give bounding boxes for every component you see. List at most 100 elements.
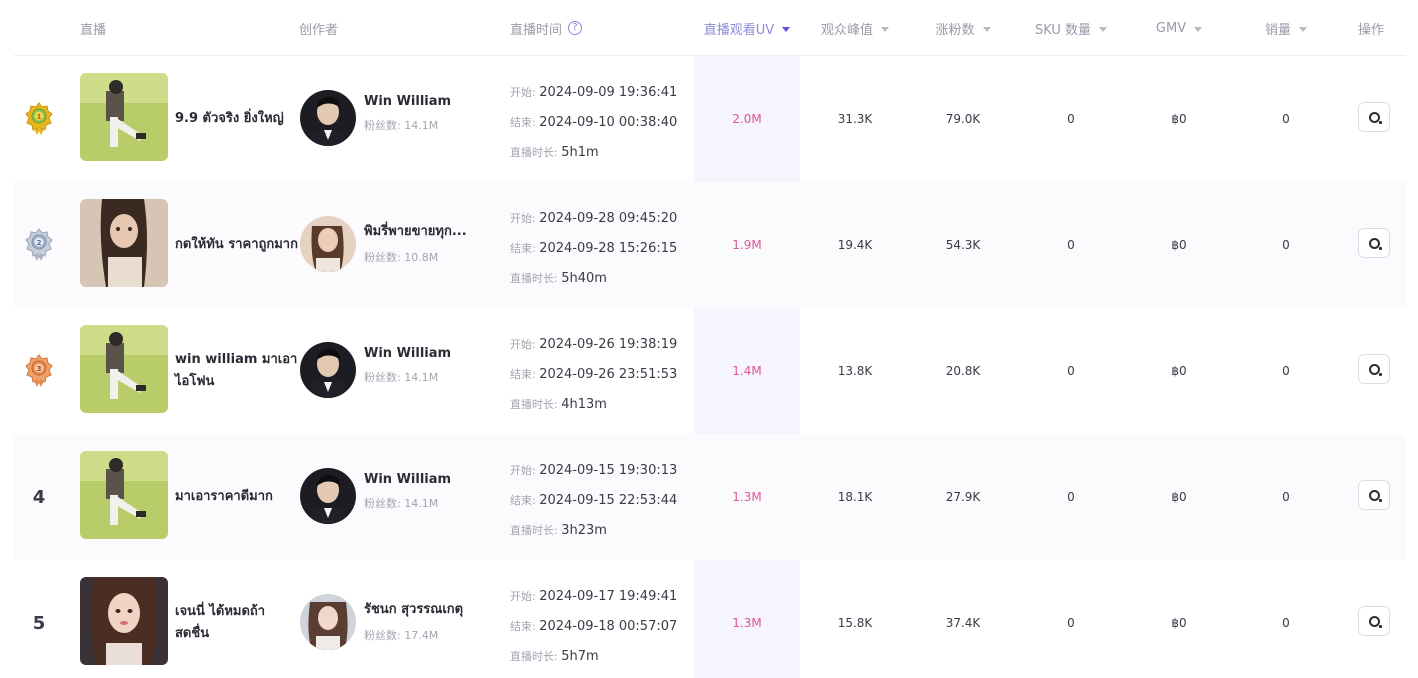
peak-value: 15.8K (837, 616, 873, 630)
header-gmv-sort[interactable]: GMV (1126, 0, 1232, 56)
live-time-info: 开始: 2024-09-26 19:38:19 结束: 2024-09-26 2… (510, 330, 677, 420)
sales-value: 0 (1282, 616, 1290, 630)
detail-button[interactable] (1358, 480, 1390, 510)
detail-button[interactable] (1358, 228, 1390, 258)
duration-label: 直播时长: (510, 146, 562, 159)
end-time: 2024-09-18 00:57:07 (539, 619, 678, 634)
peak-value: 31.3K (837, 112, 873, 126)
creator-avatar[interactable] (300, 594, 356, 650)
table-row[interactable]: 3 win william มาเอาไอโฟน Win William 粉丝数… (14, 308, 1406, 434)
live-time-info: 开始: 2024-09-09 19:36:41 结束: 2024-09-10 0… (510, 78, 677, 168)
table-row[interactable]: 1 9.9 ตัวจริง ยิ่งใหญ่ Win William 粉丝数: … (14, 56, 1406, 182)
table-row[interactable]: 2 กดให้ทัน ราคาถูกมาก พิมรี่พายขายทุก...… (14, 182, 1406, 308)
creator-name[interactable]: Win William (364, 346, 494, 361)
creator-avatar[interactable] (300, 468, 356, 524)
rank-number: 4 (32, 486, 46, 508)
end-label: 结束: (510, 494, 540, 507)
header-fans-gain-sort[interactable]: 涨粉数 (910, 0, 1016, 56)
creator-name[interactable]: Win William (364, 472, 494, 487)
creator-name[interactable]: Win William (364, 94, 494, 109)
end-time: 2024-09-10 00:38:40 (539, 115, 678, 130)
end-time: 2024-09-15 22:53:44 (539, 493, 678, 508)
svg-text:3: 3 (37, 365, 42, 373)
header-action: 操作 (1358, 22, 1385, 38)
fans-gain-value: 37.4K (945, 616, 981, 630)
live-cover-image[interactable] (80, 199, 168, 287)
sku-value: 0 (1067, 364, 1075, 378)
duration: 4h13m (561, 397, 607, 412)
sales-value: 0 (1282, 238, 1290, 252)
end-label: 结束: (510, 242, 540, 255)
rank-cell: 1 (14, 56, 64, 182)
sku-value: 0 (1067, 112, 1075, 126)
table-row[interactable]: 5 เจนนี่ ได้หมดถ้าสดชื่น รัชนก สุวรรณเกต… (14, 560, 1406, 678)
start-time: 2024-09-17 19:49:41 (539, 589, 678, 604)
live-title[interactable]: กดให้ทัน ราคาถูกมาก (175, 182, 299, 308)
live-cover-image[interactable] (80, 577, 168, 665)
start-label: 开始: (510, 590, 540, 603)
detail-button[interactable] (1358, 102, 1390, 132)
duration-label: 直播时长: (510, 272, 562, 285)
header-creator: 创作者 (299, 22, 339, 38)
creator-fans: 粉丝数: 14.1M (364, 497, 439, 510)
live-title[interactable]: มาเอาราคาดีมาก (175, 434, 299, 560)
detail-button[interactable] (1358, 606, 1390, 636)
live-title[interactable]: เจนนี่ ได้หมดถ้าสดชื่น (175, 560, 299, 678)
live-cover-image[interactable] (80, 451, 168, 539)
end-time: 2024-09-28 15:26:15 (539, 241, 678, 256)
duration-label: 直播时长: (510, 398, 562, 411)
gmv-value: ฿0 (1171, 616, 1187, 630)
header-sku-sort[interactable]: SKU 数量 (1016, 0, 1126, 56)
live-title[interactable]: win william มาเอาไอโฟน (175, 308, 299, 434)
duration: 5h7m (561, 649, 599, 664)
uv-value: 1.3M (732, 490, 762, 504)
caret-down-icon (982, 26, 991, 32)
rank-cell: 3 (14, 308, 64, 434)
header-sales-sort[interactable]: 销量 (1232, 0, 1340, 56)
fans-gain-value: 20.8K (945, 364, 981, 378)
creator-info: รัชนก สุวรรณเกตุ 粉丝数: 17.4M (364, 598, 494, 643)
creator-info: Win William 粉丝数: 14.1M (364, 472, 494, 511)
caret-down-icon (881, 26, 889, 32)
table-row[interactable]: 4 มาเอาราคาดีมาก Win William 粉丝数: 14.1M … (14, 434, 1406, 560)
live-time-info: 开始: 2024-09-15 19:30:13 结束: 2024-09-15 2… (510, 456, 677, 546)
creator-avatar[interactable] (300, 342, 356, 398)
question-icon[interactable]: ? (568, 21, 583, 35)
live-cover-image[interactable] (80, 325, 168, 413)
uv-value: 1.3M (732, 616, 762, 630)
start-label: 开始: (510, 464, 540, 477)
live-title[interactable]: 9.9 ตัวจริง ยิ่งใหญ่ (175, 56, 299, 182)
duration: 5h40m (561, 271, 607, 286)
peak-value: 18.1K (837, 490, 873, 504)
header-peak-sort[interactable]: 观众峰值 (800, 0, 910, 56)
creator-avatar[interactable] (300, 90, 356, 146)
creator-name[interactable]: พิมรี่พายขายทุก... (364, 220, 494, 241)
rank-cell: 2 (14, 182, 64, 308)
start-label: 开始: (510, 86, 540, 99)
caret-down-icon (1099, 26, 1108, 32)
start-time: 2024-09-15 19:30:13 (539, 463, 678, 478)
creator-fans: 粉丝数: 14.1M (364, 119, 439, 132)
start-time: 2024-09-28 09:45:20 (539, 211, 678, 226)
gold-medal-icon: 1 (25, 102, 53, 135)
duration-label: 直播时长: (510, 650, 562, 663)
creator-fans: 粉丝数: 10.8M (364, 251, 439, 264)
creator-info: พิมรี่พายขายทุก... 粉丝数: 10.8M (364, 220, 494, 265)
creator-info: Win William 粉丝数: 14.1M (364, 94, 494, 133)
gmv-value: ฿0 (1171, 238, 1187, 252)
creator-name[interactable]: รัชนก สุวรรณเกตุ (364, 598, 494, 619)
gmv-value: ฿0 (1171, 364, 1187, 378)
header-live: 直播 (80, 22, 107, 38)
uv-value: 2.0M (732, 112, 762, 126)
creator-avatar[interactable] (300, 216, 356, 272)
header-uv-sort[interactable]: 直播观看UV (694, 0, 800, 56)
caret-down-icon (1299, 26, 1307, 32)
end-label: 结束: (510, 116, 540, 129)
live-time-info: 开始: 2024-09-28 09:45:20 结束: 2024-09-28 1… (510, 204, 677, 294)
search-icon (1368, 363, 1382, 376)
end-label: 结束: (510, 620, 540, 633)
sku-value: 0 (1067, 490, 1075, 504)
gmv-value: ฿0 (1171, 490, 1187, 504)
detail-button[interactable] (1358, 354, 1390, 384)
live-cover-image[interactable] (80, 73, 168, 161)
